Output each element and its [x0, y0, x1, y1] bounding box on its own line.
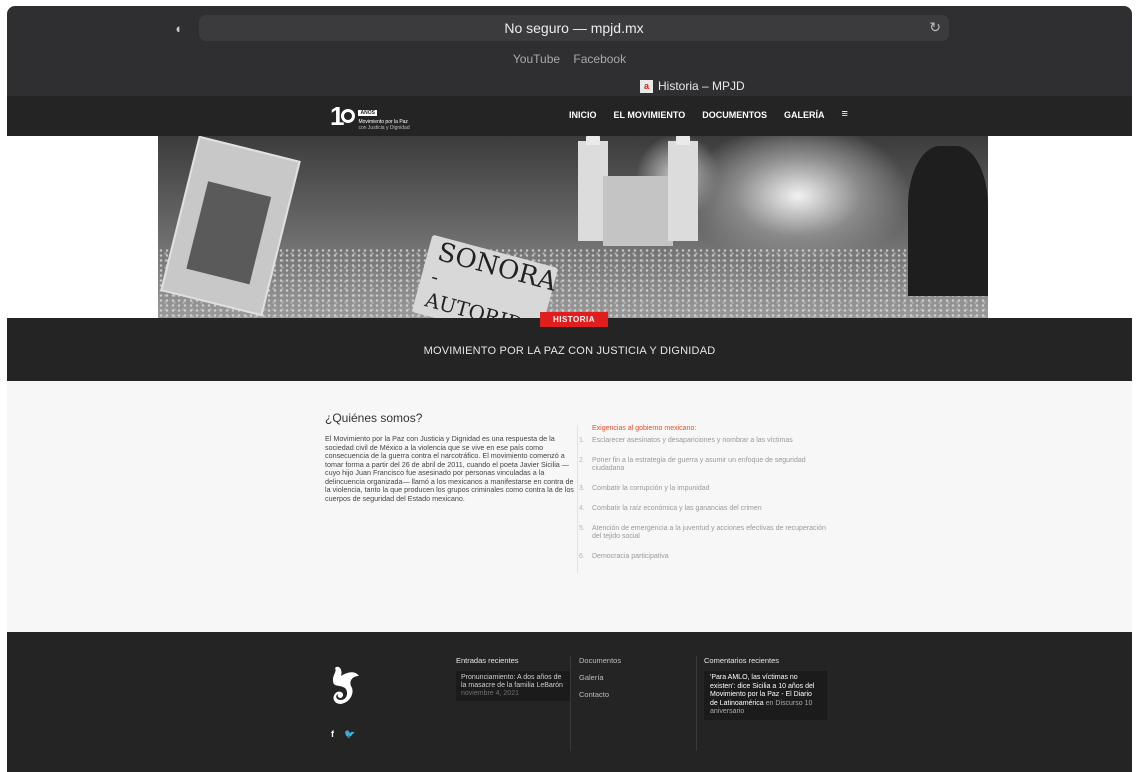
page-title: MOVIMIENTO POR LA PAZ CON JUSTICIA Y DIG…: [423, 345, 716, 357]
shield-icon[interactable]: ◖: [174, 22, 184, 36]
tab-historia[interactable]: a Historia – MPJD: [640, 77, 745, 95]
list-item: 2. Poner fin a la estrategia de guerra y …: [579, 457, 806, 472]
crowd-texture: [158, 248, 988, 318]
logo-text: AÑOS Movimiento por la Paz con Justicia …: [358, 101, 410, 131]
favicon-icon: a: [640, 79, 653, 93]
comment-en: en: [763, 699, 776, 707]
logo-line2: con Justicia y Dignidad: [358, 125, 410, 131]
address-bar[interactable]: No seguro — mpjd.mx ↻: [199, 15, 949, 41]
demands-list: Exigencias al gobierno mexicano: 1. Escla…: [577, 425, 837, 573]
nav-inicio[interactable]: INICIO: [569, 110, 597, 120]
twitter-icon[interactable]: 🐦: [344, 729, 355, 740]
social-links: f 🐦: [331, 729, 355, 740]
recent-post-date: noviembre 4, 2021: [461, 690, 519, 697]
logo-anos: AÑOS: [358, 110, 377, 116]
recent-post-card: Pronunciamiento: A dos años de la masacr…: [456, 671, 570, 701]
bookmark-facebook[interactable]: Facebook: [573, 52, 626, 66]
hamburger-menu-icon[interactable]: ≡: [842, 109, 848, 120]
hero-image: SONORA -AUTORIDAD: [158, 136, 988, 318]
footer-link-galeria[interactable]: Galería: [579, 673, 696, 682]
recent-comment-card: 'Para AMLO, las víctimas no existen': di…: [704, 671, 827, 720]
list-item: 6. Democracia participativa: [579, 553, 669, 560]
footer-links: Documentos Galería Contacto: [572, 656, 697, 751]
list-item: 3. Combatir la corrupción y la impunidad: [579, 485, 710, 492]
site-header: 1 AÑOS Movimiento por la Paz con Justici…: [7, 96, 1132, 136]
browser-chrome: ◖ No seguro — mpjd.mx ↻ YouTube Facebook…: [7, 6, 1132, 96]
tree-shape: [908, 146, 988, 296]
bookmarks-bar: YouTube Facebook: [7, 52, 1132, 66]
facebook-icon[interactable]: f: [331, 729, 334, 740]
dove-logo-icon[interactable]: [329, 662, 365, 712]
about-heading: ¿Quiénes somos?: [325, 411, 423, 425]
list-item: 5. Atención de emergencia a la juventud y…: [579, 525, 826, 540]
tab-title: Historia – MPJD: [658, 79, 745, 93]
list-item: 1. Esclarecer asesinatos y desapariciones…: [579, 437, 793, 444]
recent-post-link[interactable]: Pronunciamiento: A dos años de la masacr…: [461, 674, 565, 690]
main-nav: INICIO EL MOVIMIENTO DOCUMENTOS GALERÍA …: [569, 109, 848, 121]
bookmark-youtube[interactable]: YouTube: [513, 52, 560, 66]
logo-circle-icon: [341, 109, 356, 123]
url-text: No seguro — mpjd.mx: [504, 20, 644, 36]
main-content: ¿Quiénes somos? El Movimiento por la Paz…: [7, 381, 1132, 632]
nav-galeria[interactable]: GALERÍA: [784, 110, 825, 120]
nav-documentos[interactable]: DOCUMENTOS: [702, 110, 767, 120]
demands-title: Exigencias al gobierno mexicano:: [592, 425, 697, 432]
site-footer: f 🐦 Entradas recientes Pronunciamiento: …: [7, 632, 1132, 772]
title-band: HISTORIA MOVIMIENTO POR LA PAZ CON JUSTI…: [7, 312, 1132, 381]
about-text: El Movimiento por la Paz con Justicia y …: [325, 434, 574, 503]
footer-link-contacto[interactable]: Contacto: [579, 690, 696, 699]
nav-el-movimiento[interactable]: EL MOVIMIENTO: [614, 110, 686, 120]
reload-icon[interactable]: ↻: [929, 19, 941, 36]
cathedral-shape: [558, 136, 718, 246]
recent-comments-title: Comentarios recientes: [704, 656, 780, 665]
recent-posts: Entradas recientes Pronunciamiento: A do…: [449, 656, 571, 751]
category-badge[interactable]: HISTORIA: [540, 312, 608, 327]
list-item: 4. Combatir la raíz económica y las ganan…: [579, 505, 762, 512]
recent-comments: Comentarios recientes 'Para AMLO, las ví…: [697, 656, 827, 720]
recent-posts-title: Entradas recientes: [456, 656, 519, 665]
site-logo[interactable]: 1 AÑOS Movimiento por la Paz con Justici…: [330, 101, 410, 132]
footer-link-documentos[interactable]: Documentos: [579, 656, 696, 665]
